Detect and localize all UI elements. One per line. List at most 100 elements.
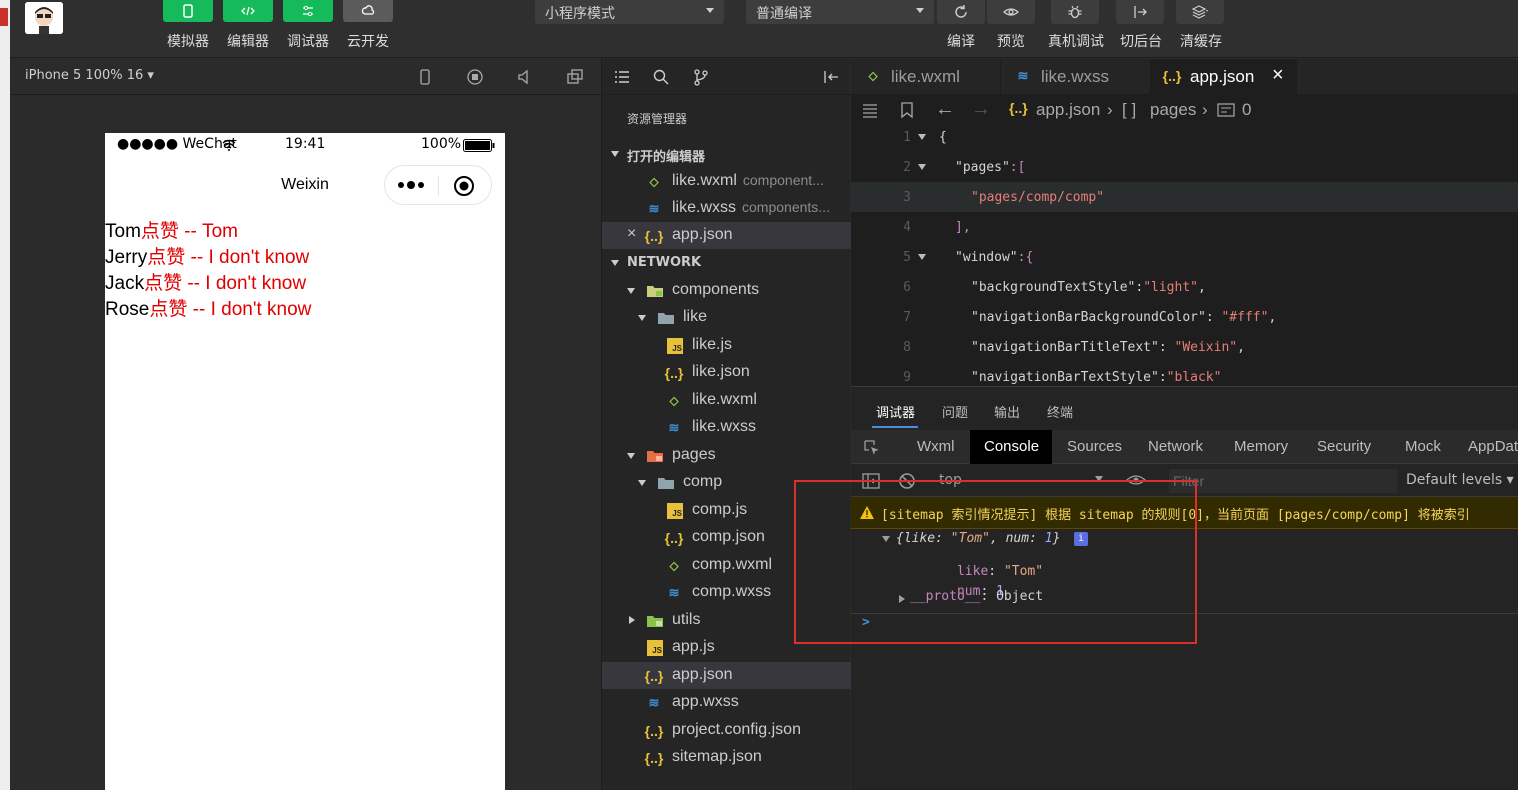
capsule-menu — [384, 165, 492, 205]
like-item[interactable]: Tom点赞 -- Tom — [105, 216, 238, 243]
inspect-icon[interactable] — [863, 439, 881, 457]
fold-icon[interactable] — [918, 254, 926, 260]
collapse-panel-icon[interactable] — [822, 68, 840, 86]
tab-like-wxss[interactable]: ≋ like.wxss — [1001, 59, 1151, 95]
chevron-down-icon — [627, 288, 635, 294]
compile-select[interactable]: 普通编译 — [746, 0, 934, 24]
tab-network[interactable]: Network — [1134, 430, 1217, 464]
compile-button[interactable] — [937, 0, 985, 24]
tab-security[interactable]: Security — [1303, 430, 1385, 464]
tab-app-json[interactable]: {..} app.json × — [1151, 59, 1297, 95]
tree-file[interactable]: {..} app.json — [602, 662, 851, 689]
popout-icon[interactable] — [565, 67, 585, 87]
debugger-label: 调试器 — [287, 34, 329, 50]
background-button[interactable] — [1116, 0, 1164, 24]
like-item[interactable]: Jack点赞 -- I don't know — [105, 268, 306, 295]
tree-file[interactable]: ≋ like.wxss — [602, 414, 851, 441]
phone-rotate-icon[interactable] — [415, 67, 435, 87]
preview-button[interactable] — [987, 0, 1035, 24]
tree-file[interactable]: {..} like.json — [602, 359, 851, 386]
search-icon[interactable] — [652, 68, 670, 86]
breadcrumb-node[interactable]: 0 — [1242, 100, 1251, 120]
code-line[interactable]: 4 ], — [851, 212, 1518, 242]
tree-folder[interactable]: like — [602, 304, 851, 331]
tree-file[interactable]: ≋ app.wxss — [602, 689, 851, 716]
json-file-icon: {..} — [644, 668, 664, 684]
tree-file[interactable]: {..} sitemap.json — [602, 744, 851, 771]
tab-appdata[interactable]: AppData — [1454, 430, 1518, 464]
tree-folder[interactable]: pages — [602, 442, 851, 469]
back-icon[interactable]: ← — [935, 98, 955, 121]
status-bar: ●●●●● WeChat 19:41 100% — [105, 133, 505, 157]
preview-label: 预览 — [997, 34, 1025, 50]
fold-icon[interactable] — [918, 134, 926, 140]
device-label: iPhone 5 100% 16 — [25, 68, 144, 83]
device-select[interactable]: iPhone 5 100% 16 ▾ — [25, 68, 154, 83]
bookmark-icon[interactable] — [899, 101, 915, 119]
carrier-text: ●●●●● WeChat — [117, 136, 237, 152]
like-item[interactable]: Rose点赞 -- I don't know — [105, 294, 311, 321]
mode-select[interactable]: 小程序模式 — [535, 0, 724, 24]
tab-debugger[interactable]: 调试器 — [876, 402, 915, 421]
tree-file[interactable]: {..} project.config.json — [602, 717, 851, 744]
tab-mock[interactable]: Mock — [1391, 430, 1455, 464]
fold-icon[interactable] — [918, 164, 926, 170]
json-file-icon: {..} — [1009, 100, 1028, 116]
layers-icon — [1192, 5, 1208, 19]
list-icon[interactable] — [613, 68, 631, 86]
user-avatar[interactable] — [25, 2, 63, 34]
tab-console[interactable]: Console — [970, 430, 1052, 464]
open-editors-header[interactable]: 打开的编辑器 — [602, 141, 851, 167]
editor-toggle-button[interactable] — [223, 0, 273, 22]
outline-icon[interactable] — [861, 101, 879, 119]
code-line[interactable]: 5 "window":{ — [851, 242, 1518, 272]
cloud-dev-button[interactable] — [343, 0, 393, 22]
tab-wxml[interactable]: Wxml — [903, 430, 969, 464]
json-file-icon: {..} — [644, 228, 664, 244]
js-file-icon: JS — [647, 640, 663, 656]
open-editor-item[interactable]: ⬦ like.wxml component... — [602, 168, 851, 195]
forward-icon[interactable]: → — [971, 98, 991, 121]
close-miniprogram-icon[interactable] — [453, 175, 475, 197]
source-control-icon[interactable] — [692, 68, 710, 86]
clear-cache-button[interactable] — [1176, 0, 1224, 24]
tree-file[interactable]: JS like.js — [602, 332, 851, 359]
close-icon[interactable]: × — [627, 225, 636, 243]
more-icon[interactable] — [397, 180, 427, 190]
tab-terminal[interactable]: 终端 — [1047, 402, 1073, 421]
project-header[interactable]: NETWORK — [602, 250, 851, 276]
filter-input[interactable] — [1169, 469, 1397, 493]
volume-icon[interactable] — [515, 67, 535, 87]
code-line[interactable]: 1 { — [851, 122, 1518, 152]
tree-file[interactable]: ⬦ like.wxml — [602, 387, 851, 414]
breadcrumb-node[interactable]: pages — [1150, 100, 1196, 120]
code-line[interactable]: 9 "navigationBarTextStyle":"black" — [851, 362, 1518, 386]
log-levels-select[interactable]: Default levels ▾ — [1406, 472, 1514, 488]
breadcrumb-file[interactable]: app.json — [1036, 100, 1100, 120]
open-editor-item[interactable]: × {..} app.json — [602, 222, 851, 249]
tab-problems[interactable]: 问题 — [942, 402, 968, 421]
tab-memory[interactable]: Memory — [1220, 430, 1302, 464]
remote-debug-button[interactable] — [1051, 0, 1099, 24]
wxss-file-icon: ≋ — [648, 695, 660, 710]
like-item[interactable]: Jerry点赞 -- I don't know — [105, 242, 309, 269]
wxss-file-icon: ≋ — [668, 585, 680, 600]
tab-output[interactable]: 输出 — [994, 402, 1020, 421]
remote-debug-label: 真机调试 — [1048, 34, 1104, 50]
tab-like-wxml[interactable]: ⬦ like.wxml — [851, 59, 1001, 95]
close-icon[interactable]: × — [1272, 64, 1284, 87]
code-line[interactable]: 8 "navigationBarTitleText": "Weixin", — [851, 332, 1518, 362]
code-line[interactable]: 7 "navigationBarBackgroundColor": "#fff"… — [851, 302, 1518, 332]
tab-sources[interactable]: Sources — [1053, 430, 1136, 464]
open-editor-item[interactable]: ≋ like.wxss components... — [602, 195, 851, 222]
code-line[interactable]: 3 "pages/comp/comp" — [851, 182, 1518, 212]
debugger-toggle-button[interactable] — [283, 0, 333, 22]
string-icon — [1217, 103, 1235, 117]
code-line[interactable]: 2 "pages":[ — [851, 152, 1518, 182]
simulator-toggle-button[interactable] — [163, 0, 213, 22]
chevron-down-icon — [638, 480, 646, 486]
json-file-icon: {..} — [644, 750, 664, 766]
tree-folder[interactable]: components — [602, 277, 851, 304]
record-icon[interactable] — [465, 67, 485, 87]
code-line[interactable]: 6 "backgroundTextStyle":"light", — [851, 272, 1518, 302]
